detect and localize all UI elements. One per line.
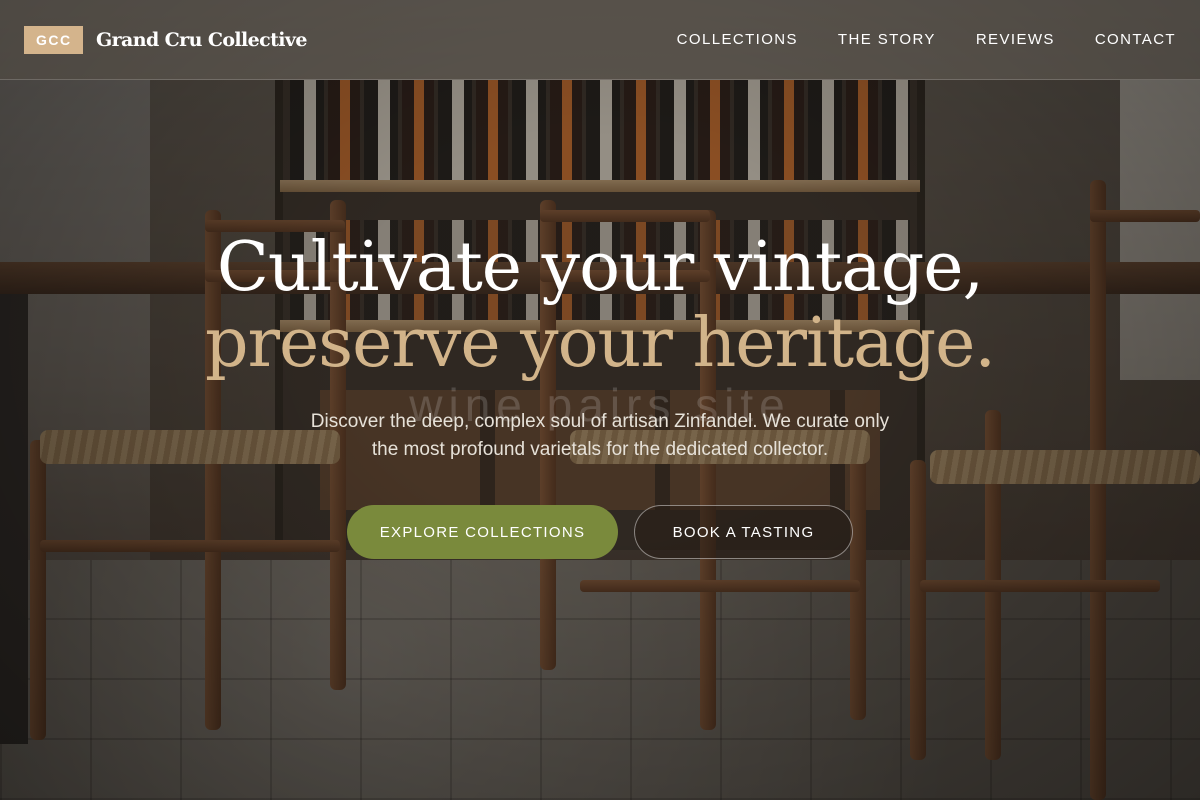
headline-line-2: preserve your heritage. [204,304,996,383]
hero-headline: Cultivate your vintage, preserve your he… [0,230,1200,382]
nav-links: COLLECTIONS THE STORY REVIEWS CONTACT [677,31,1176,48]
logo-badge[interactable]: GCC [24,25,83,54]
nav-link-reviews[interactable]: REVIEWS [976,31,1055,48]
brand-name[interactable]: Grand Cru Collective [96,29,307,51]
nav-link-the-story[interactable]: THE STORY [838,31,936,48]
explore-collections-button[interactable]: EXPLORE COLLECTIONS [347,505,618,559]
cta-buttons: EXPLORE COLLECTIONS BOOK A TASTING [0,505,1200,559]
subtext-line-2: the most profound varietals for the dedi… [371,439,829,460]
subtext-line-1: Discover the deep, complex soul of artis… [310,411,890,432]
top-navbar: GCC Grand Cru Collective COLLECTIONS THE… [0,0,1200,80]
book-tasting-button[interactable]: BOOK A TASTING [634,505,853,559]
nav-link-collections[interactable]: COLLECTIONS [677,31,798,48]
nav-link-contact[interactable]: CONTACT [1095,31,1176,48]
hero-subtext: Discover the deep, complex soul of artis… [0,408,1200,464]
hero-section: Cultivate your vintage, preserve your he… [0,230,1200,382]
headline-line-1: Cultivate your vintage, [216,228,984,307]
